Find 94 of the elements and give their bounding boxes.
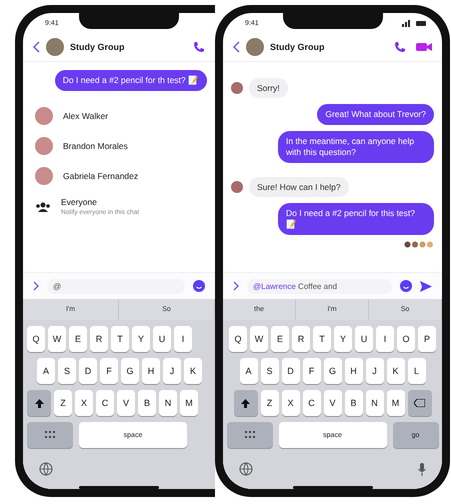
letter-key[interactable]: Z [54,390,72,416]
mention-item[interactable]: Gabriela Fernandez [35,167,207,185]
globe-icon[interactable] [39,462,53,476]
letter-key[interactable]: K [184,358,202,384]
shift-icon [34,398,44,408]
expand-icon[interactable] [233,281,239,291]
letter-key[interactable]: Y [132,326,150,352]
letter-key[interactable]: J [366,358,384,384]
letter-key[interactable]: J [163,358,181,384]
letter-key[interactable]: A [37,358,55,384]
letter-key[interactable]: E [271,326,289,352]
sender-avatar [231,82,243,94]
letter-key[interactable]: F [100,358,118,384]
emoji-icon[interactable] [400,280,412,292]
letter-key[interactable]: W [48,326,66,352]
globe-icon[interactable] [239,462,253,476]
letter-key[interactable]: T [313,326,331,352]
letter-key[interactable]: D [79,358,97,384]
letter-key[interactable]: L [408,358,426,384]
letter-key[interactable]: N [159,390,177,416]
emoji-icon[interactable] [193,280,205,292]
mention-item[interactable]: Alex Walker [35,107,207,125]
shift-icon [241,398,250,408]
letter-key[interactable]: Q [229,326,247,352]
letter-key[interactable]: W [250,326,268,352]
contact-avatar [35,167,53,185]
back-icon[interactable] [33,41,40,53]
expand-icon[interactable] [33,281,39,291]
phone-icon[interactable] [193,41,205,53]
group-avatar [246,38,264,56]
letter-key[interactable]: X [75,390,93,416]
delete-icon [414,399,425,408]
sent-message-bubble: Great! What about Trevor? [317,104,434,125]
message-input-field[interactable]: @ [47,278,185,294]
delete-key[interactable] [408,390,432,416]
letter-key[interactable]: R [90,326,108,352]
shift-key[interactable] [27,390,51,416]
letter-key[interactable]: C [96,390,114,416]
letter-key[interactable]: Y [334,326,352,352]
send-icon[interactable] [420,280,432,292]
letter-key[interactable]: E [69,326,87,352]
letter-key[interactable]: O [397,326,415,352]
chat-title: Study Group [270,42,324,52]
letter-key[interactable]: I [376,326,394,352]
sent-message-bubble: In the meantime, can anyone help with this question? [278,131,434,163]
letter-key[interactable]: G [324,358,342,384]
letter-key[interactable]: N [366,390,384,416]
letter-key[interactable]: U [153,326,171,352]
letter-key[interactable]: H [344,358,362,384]
letter-key[interactable]: S [260,358,278,384]
letter-key[interactable]: R [292,326,310,352]
letter-key[interactable]: T [111,326,129,352]
letter-key[interactable]: C [302,390,320,416]
letter-key[interactable]: I [174,326,192,352]
letter-key[interactable]: X [282,390,300,416]
status-icons [402,20,426,26]
video-camera-icon[interactable] [416,42,432,52]
letter-key[interactable]: D [282,358,300,384]
letter-key[interactable]: F [302,358,320,384]
letter-key[interactable]: S [58,358,76,384]
letter-key[interactable]: B [138,390,156,416]
letter-key[interactable]: K [386,358,404,384]
letter-key[interactable]: V [324,390,342,416]
letter-key[interactable]: U [355,326,373,352]
letter-key[interactable]: B [344,390,362,416]
grid-icon [244,431,254,440]
letter-key[interactable]: H [142,358,160,384]
sent-message-bubble: Do I need a #2 pencil for this test? 📝 [278,203,434,235]
contact-avatar [35,137,53,155]
microphone-icon[interactable] [418,462,426,476]
received-message-bubble: Sure! How can I help? [249,177,349,197]
letter-key[interactable]: A [240,358,258,384]
sender-avatar [231,181,243,193]
letter-key[interactable]: M [180,390,198,416]
received-message-bubble: Sorry! [249,78,288,98]
contact-avatar [35,107,53,125]
sent-message-bubble: Do I need a #2 pencil for th test? 📝 [54,70,207,91]
chat-title: Study Group [70,42,124,52]
shift-key[interactable] [234,390,258,416]
group-avatar [46,38,64,56]
group-icon [35,202,51,212]
grid-icon [45,431,55,440]
letter-key[interactable]: P [418,326,436,352]
phone-icon[interactable] [394,41,406,53]
letter-key[interactable]: Z [260,390,278,416]
letter-key[interactable]: M [386,390,404,416]
letter-key[interactable]: V [117,390,135,416]
letter-key[interactable]: G [121,358,139,384]
message-input-field[interactable]: @Lawrence Coffee and [247,278,392,294]
back-icon[interactable] [233,41,240,53]
letter-key[interactable]: Q [27,326,45,352]
mention-item[interactable]: Brandon Morales [35,137,207,155]
everyone-label: Everyone [61,197,98,207]
read-receipts-icon [404,241,434,248]
